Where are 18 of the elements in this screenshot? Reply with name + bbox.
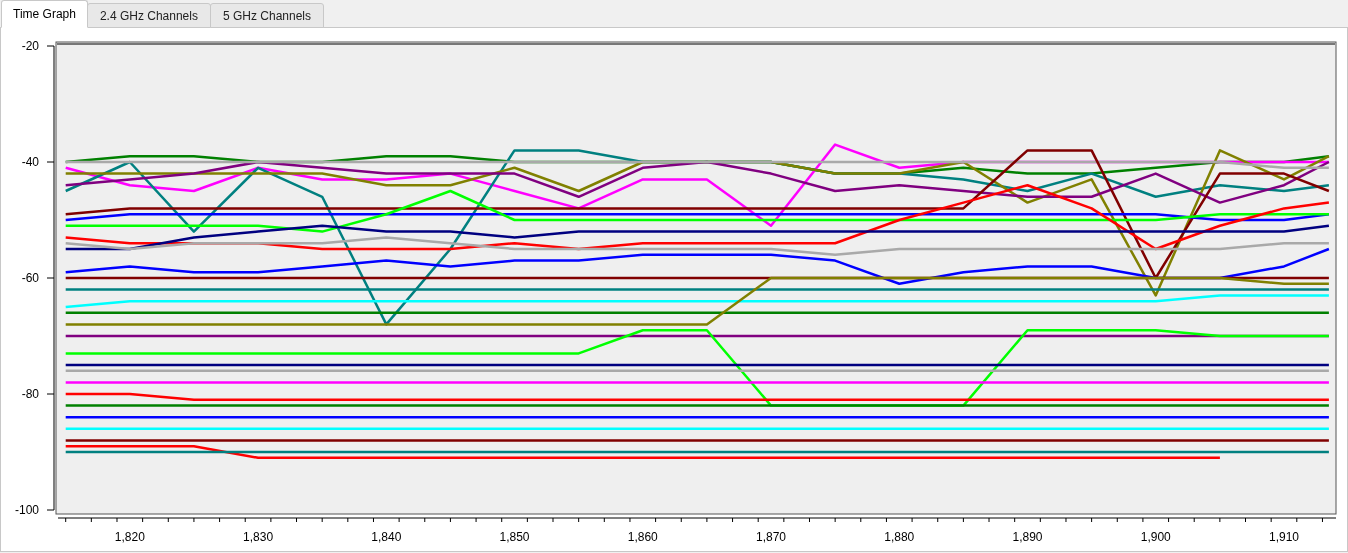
tick-label: 1,860 <box>627 530 658 544</box>
tick-label: -80 <box>21 387 39 401</box>
tick-label: 1,850 <box>499 530 530 544</box>
tick-label: 1,890 <box>1012 530 1043 544</box>
tick-label: 1,840 <box>371 530 402 544</box>
tick-label: 1,900 <box>1140 530 1171 544</box>
tab[interactable]: Time Graph <box>1 0 88 28</box>
tick-label: 1,880 <box>884 530 915 544</box>
tab[interactable]: 5 GHz Channels <box>209 3 324 28</box>
tick-label: 1,820 <box>114 530 145 544</box>
tick-label: 1,830 <box>243 530 274 544</box>
tick-label: -60 <box>21 271 39 285</box>
tick-label: -40 <box>21 155 39 169</box>
tick-label: 1,870 <box>756 530 787 544</box>
tick-label: -20 <box>21 39 39 53</box>
tick-label: -100 <box>14 503 39 517</box>
tab[interactable]: 2.4 GHz Channels <box>86 3 211 28</box>
tick-label: 1,910 <box>1268 530 1299 544</box>
